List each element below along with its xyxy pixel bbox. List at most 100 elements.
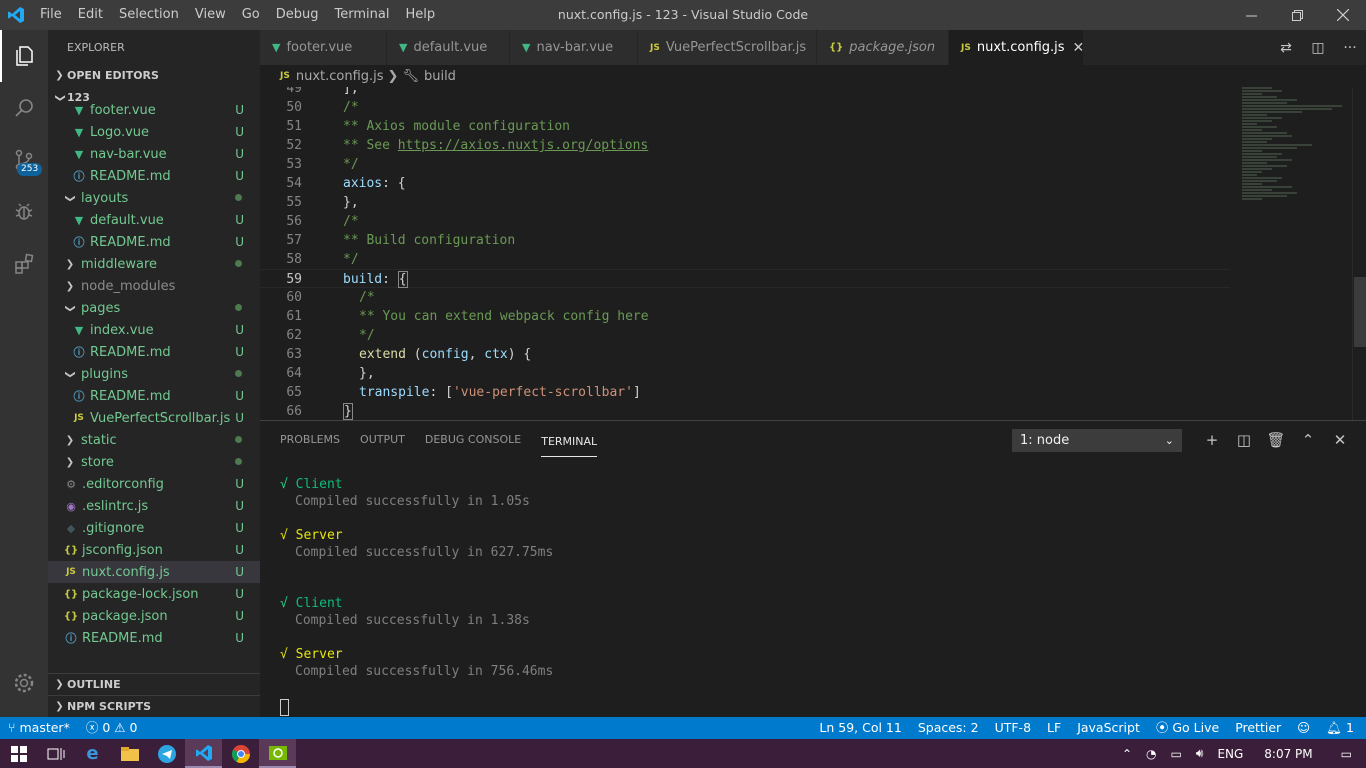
- vscode-logo-icon[interactable]: [0, 0, 32, 30]
- tab-nuxt-config-js[interactable]: JS nuxt.config.js ✕: [949, 30, 1084, 65]
- tree-item-nav-bar-vue[interactable]: ▼ nav-bar.vue U: [48, 143, 260, 165]
- tree-item-index-vue[interactable]: ▼ index.vue U: [48, 319, 260, 341]
- battery-icon[interactable]: ▭: [1164, 747, 1189, 761]
- close-panel-icon[interactable]: ✕: [1324, 431, 1356, 449]
- tree-folder-layouts[interactable]: ❯ layouts: [48, 187, 260, 209]
- indentation[interactable]: Spaces: 2: [910, 717, 987, 739]
- code-link[interactable]: https://axios.nuxtjs.org/options: [398, 138, 648, 153]
- menu-edit[interactable]: Edit: [70, 0, 111, 30]
- tab-problems[interactable]: PROBLEMS: [280, 421, 340, 459]
- tree-folder-static[interactable]: ❯ static: [48, 429, 260, 451]
- prettier[interactable]: Prettier: [1227, 717, 1289, 739]
- chevron-up-icon[interactable]: ⌃: [1292, 431, 1324, 449]
- tree-folder-middleware[interactable]: ❯ middleware: [48, 253, 260, 275]
- new-terminal-icon[interactable]: +: [1196, 431, 1228, 449]
- outline-section[interactable]: ❯ OUTLINE: [48, 673, 260, 695]
- tab-vueperfectscrollbar-js[interactable]: JS VuePerfectScrollbar.js: [638, 30, 817, 65]
- close-tab-icon[interactable]: ✕: [1073, 40, 1085, 56]
- tree-item-editorconfig[interactable]: ⚙ .editorconfig U: [48, 473, 260, 495]
- tree-folder-store[interactable]: ❯ store: [48, 451, 260, 473]
- tree-item-nuxt-config-js[interactable]: JS nuxt.config.js U: [48, 561, 260, 583]
- code-editor[interactable]: 49], 50/* 51 ** Axios module configuratio…: [260, 87, 1366, 420]
- tree-item-eslintrc-js[interactable]: ◉ .eslintrc.js U: [48, 495, 260, 517]
- tree-item-readme-plugins[interactable]: ⓘ README.md U: [48, 385, 260, 407]
- volume-icon[interactable]: 🔊︎: [1189, 746, 1211, 761]
- tree-item-package-lock-json[interactable]: {} package-lock.json U: [48, 583, 260, 605]
- encoding[interactable]: UTF-8: [987, 717, 1039, 739]
- feedback-smiley-icon[interactable]: ☺: [1289, 717, 1318, 739]
- chevron-up-icon[interactable]: ⌃: [1115, 747, 1139, 761]
- tab-debug-console[interactable]: DEBUG CONSOLE: [425, 421, 521, 459]
- vscode-taskbar-icon[interactable]: [185, 739, 222, 768]
- tab-nav-bar-vue[interactable]: ▼ nav-bar.vue: [510, 30, 638, 65]
- tree-item-readme-pages[interactable]: ⓘ README.md U: [48, 341, 260, 363]
- tree-folder-plugins[interactable]: ❯ plugins: [48, 363, 260, 385]
- tab-terminal[interactable]: TERMINAL: [541, 423, 598, 457]
- notifications[interactable]: 🔔︎ 1: [1318, 717, 1362, 739]
- tree-folder-node-modules[interactable]: ❯ node_modules: [48, 275, 260, 297]
- tree-item-logo-vue[interactable]: ▼ Logo.vue U: [48, 121, 260, 143]
- minimize-icon[interactable]: [1228, 0, 1274, 30]
- tree-item-footer-vue[interactable]: ▼ footer.vue U: [48, 99, 260, 121]
- scrollbar-thumb[interactable]: [1354, 277, 1366, 347]
- menu-help[interactable]: Help: [397, 0, 443, 30]
- action-center-icon[interactable]: ▭: [1327, 747, 1366, 761]
- close-window-icon[interactable]: [1320, 0, 1366, 30]
- trash-icon[interactable]: 🗑︎: [1260, 431, 1292, 449]
- npm-scripts-section[interactable]: ❯ NPM SCRIPTS: [48, 695, 260, 717]
- file-explorer-icon[interactable]: [111, 739, 148, 768]
- clock[interactable]: 8:07 PM: [1250, 747, 1326, 761]
- menu-go[interactable]: Go: [234, 0, 268, 30]
- search-icon[interactable]: [0, 82, 48, 134]
- menu-selection[interactable]: Selection: [111, 0, 187, 30]
- open-changes-icon[interactable]: ⇄: [1270, 40, 1302, 56]
- tree-item-gitignore[interactable]: ◆ .gitignore U: [48, 517, 260, 539]
- tree-item-package-json[interactable]: {} package.json U: [48, 605, 260, 627]
- tree-item-default-vue[interactable]: ▼ default.vue U: [48, 209, 260, 231]
- input-language[interactable]: ENG: [1210, 747, 1250, 761]
- tree-item-jsconfig-json[interactable]: {} jsconfig.json U: [48, 539, 260, 561]
- tab-output[interactable]: OUTPUT: [360, 421, 405, 459]
- more-actions-icon[interactable]: ···: [1334, 40, 1366, 56]
- breadcrumb-symbol[interactable]: build: [424, 69, 456, 84]
- breadcrumb-file[interactable]: nuxt.config.js: [296, 69, 384, 84]
- split-terminal-icon[interactable]: ◫: [1228, 431, 1260, 449]
- menu-terminal[interactable]: Terminal: [327, 0, 398, 30]
- language-mode[interactable]: JavaScript: [1069, 717, 1148, 739]
- tab-package-json[interactable]: {} package.json: [817, 30, 949, 65]
- tree-item-vueperfectscrollbar-js[interactable]: JS VuePerfectScrollbar.js U: [48, 407, 260, 429]
- terminal-select[interactable]: 1: node ⌄: [1012, 428, 1182, 452]
- chrome-icon[interactable]: [222, 739, 259, 768]
- debug-icon[interactable]: [0, 186, 48, 238]
- edge-browser-icon[interactable]: e: [74, 739, 111, 768]
- tree-item-readme-root[interactable]: ⓘ README.md U: [48, 627, 260, 649]
- task-view-icon[interactable]: [37, 739, 74, 768]
- menu-file[interactable]: File: [32, 0, 70, 30]
- editor-scrollbar[interactable]: [1352, 87, 1366, 420]
- menu-debug[interactable]: Debug: [268, 0, 327, 30]
- source-control-icon[interactable]: 253: [0, 134, 48, 186]
- nvidia-icon[interactable]: [259, 739, 296, 768]
- tab-footer-vue[interactable]: ▼ footer.vue: [260, 30, 387, 65]
- go-live[interactable]: ⦿ Go Live: [1148, 717, 1227, 739]
- tree-folder-pages[interactable]: ❯ pages: [48, 297, 260, 319]
- tree-item-readme-components[interactable]: ⓘ README.md U: [48, 165, 260, 187]
- git-branch[interactable]: ⑂ master*: [0, 717, 78, 739]
- telegram-icon[interactable]: [148, 739, 185, 768]
- menu-view[interactable]: View: [187, 0, 234, 30]
- open-editors-section[interactable]: ❯ OPEN EDITORS: [48, 65, 260, 87]
- terminal-output[interactable]: √ Client Compiled successfully in 1.05s …: [280, 476, 553, 680]
- settings-gear-icon[interactable]: [0, 657, 48, 709]
- eol[interactable]: LF: [1039, 717, 1069, 739]
- tree-item-readme-layouts[interactable]: ⓘ README.md U: [48, 231, 260, 253]
- extensions-icon[interactable]: [0, 238, 48, 290]
- restore-icon[interactable]: [1274, 0, 1320, 30]
- split-editor-icon[interactable]: ◫: [1302, 40, 1334, 56]
- explorer-icon[interactable]: [0, 30, 48, 82]
- windows-start-icon[interactable]: [0, 739, 37, 768]
- tab-default-vue[interactable]: ▼ default.vue: [387, 30, 510, 65]
- cursor-position[interactable]: Ln 59, Col 11: [811, 717, 909, 739]
- wifi-icon[interactable]: ◔: [1139, 747, 1163, 761]
- problems-summary[interactable]: ⓧ 0 ⚠ 0: [78, 717, 146, 739]
- minimap[interactable]: [1242, 87, 1352, 237]
